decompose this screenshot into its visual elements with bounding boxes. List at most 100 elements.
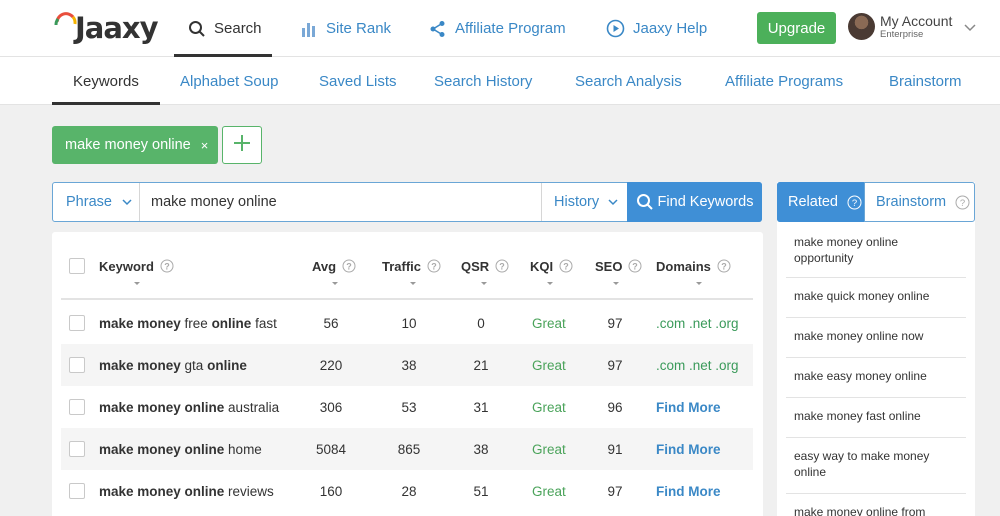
keyword-part: reviews <box>224 483 274 499</box>
keyword-cell[interactable]: make money free online fast <box>99 302 277 344</box>
related-keyword[interactable]: make money online now <box>786 318 966 358</box>
match-type-dropdown[interactable]: Phrase <box>53 183 140 221</box>
table-row[interactable]: make money online home 5084 865 38 Great… <box>61 428 753 470</box>
chevron-down-icon <box>122 194 132 210</box>
keyword-part: australia <box>224 399 280 415</box>
qsr-cell: 51 <box>473 483 489 499</box>
history-label: History <box>554 194 600 210</box>
help-icon[interactable]: ? <box>342 259 356 273</box>
account-menu[interactable]: My Account Enterprise <box>848 13 976 40</box>
tab-saved-lists[interactable]: Saved Lists <box>319 57 397 105</box>
nav-affiliate-program-label: Affiliate Program <box>455 20 566 37</box>
select-all-checkbox[interactable] <box>69 258 85 274</box>
row-checkbox[interactable] <box>69 441 85 457</box>
related-keyword[interactable]: make money fast online <box>786 398 966 438</box>
column-avg-label: Avg <box>312 258 337 274</box>
related-keyword[interactable]: make quick money online <box>786 278 966 318</box>
jaaxy-logo[interactable]: Jaaxy <box>53 9 159 45</box>
nav-jaaxy-help[interactable]: Jaaxy Help <box>606 0 707 57</box>
row-checkbox[interactable] <box>69 357 85 373</box>
table-row[interactable]: make money free online fast 56 10 0 Grea… <box>61 302 753 344</box>
keyword-tools-tabs: Keywords Alphabet Soup Saved Lists Searc… <box>0 57 1000 105</box>
nav-search[interactable]: Search <box>174 0 272 57</box>
column-kqi-label: KQI <box>530 258 554 274</box>
tab-sidebar-brainstorm-label: Brainstorm <box>876 194 947 210</box>
avg-cell: 306 <box>319 399 343 415</box>
qsr-cell: 21 <box>473 357 489 373</box>
help-icon[interactable]: ? <box>559 259 573 273</box>
column-traffic-label: Traffic <box>382 258 422 274</box>
column-traffic[interactable]: Traffic ? <box>382 232 441 300</box>
keyword-cell[interactable]: make money online australia <box>99 386 279 428</box>
chevron-down-icon <box>964 19 976 37</box>
column-avg[interactable]: Avg ? <box>312 232 356 300</box>
find-keywords-button[interactable]: Find Keywords <box>627 182 762 222</box>
keyword-part: make money online <box>99 441 225 457</box>
help-icon[interactable]: ? <box>717 259 731 273</box>
close-icon[interactable]: × <box>201 138 209 153</box>
keyword-cell[interactable]: make money online home <box>99 428 262 470</box>
help-icon[interactable]: ? <box>160 259 174 273</box>
upgrade-button[interactable]: Upgrade <box>757 12 836 44</box>
bar-chart-icon <box>300 20 318 38</box>
top-navigation-bar: Jaaxy Search Site Rank Affiliate Program… <box>0 0 1000 57</box>
keyword-part: online <box>207 357 247 373</box>
svg-text:?: ? <box>633 262 639 272</box>
related-keyword[interactable]: make easy money online <box>786 358 966 398</box>
tab-search-analysis[interactable]: Search Analysis <box>575 57 682 105</box>
seo-cell: 97 <box>607 315 623 331</box>
nav-site-rank[interactable]: Site Rank <box>300 0 391 57</box>
related-sidebar: Related ? Brainstorm ? make money online… <box>777 182 975 516</box>
column-domains-label: Domains <box>656 258 711 274</box>
search-tag-chip[interactable]: make money online × <box>52 126 218 164</box>
avatar <box>848 13 875 40</box>
related-keyword[interactable]: easy way to make money online <box>786 438 966 494</box>
column-domains[interactable]: Domains ? <box>656 232 731 300</box>
column-seo[interactable]: SEO ? <box>595 232 642 300</box>
logo-mark-icon <box>53 10 79 44</box>
tab-related[interactable]: Related ? <box>777 182 864 222</box>
select-all-cell <box>69 232 85 300</box>
qsr-cell: 38 <box>473 441 489 457</box>
table-row[interactable]: make money online australia 306 53 31 Gr… <box>61 386 753 428</box>
avg-cell: 5084 <box>315 441 347 457</box>
domains-cell[interactable]: .com .net .org <box>656 302 739 344</box>
find-more-link[interactable]: Find More <box>656 428 721 470</box>
tab-keywords[interactable]: Keywords <box>52 57 160 105</box>
table-row[interactable]: make money online reviews 160 28 51 Grea… <box>61 470 753 512</box>
help-icon[interactable]: ? <box>847 195 862 210</box>
history-dropdown[interactable]: History <box>541 183 627 221</box>
keyword-cell[interactable]: make money gta online <box>99 344 247 386</box>
keyword-part: fast <box>251 315 277 331</box>
keyword-part: free <box>180 315 212 331</box>
find-more-link[interactable]: Find More <box>656 470 721 512</box>
related-keyword[interactable]: make money online from <box>786 494 966 516</box>
table-row[interactable]: make money gta online 220 38 21 Great 97… <box>61 344 753 386</box>
tab-search-history[interactable]: Search History <box>434 57 532 105</box>
help-icon[interactable]: ? <box>427 259 441 273</box>
row-checkbox[interactable] <box>69 399 85 415</box>
nav-affiliate-program[interactable]: Affiliate Program <box>429 0 566 57</box>
keyword-cell[interactable]: make money online reviews <box>99 470 274 512</box>
help-icon[interactable]: ? <box>628 259 642 273</box>
tab-alphabet-soup[interactable]: Alphabet Soup <box>180 57 278 105</box>
related-keyword[interactable]: make money online opportunity <box>786 224 966 278</box>
seo-cell: 97 <box>607 483 623 499</box>
related-keyword-list: make money online opportunity make quick… <box>786 224 966 516</box>
column-kqi[interactable]: KQI ? <box>530 232 573 300</box>
tab-sidebar-brainstorm[interactable]: Brainstorm ? <box>864 182 975 222</box>
match-type-label: Phrase <box>66 194 112 210</box>
column-qsr[interactable]: QSR ? <box>461 232 509 300</box>
row-checkbox[interactable] <box>69 483 85 499</box>
domains-cell[interactable]: .com .net .org <box>656 344 739 386</box>
help-icon[interactable]: ? <box>955 195 970 210</box>
add-search-tab-button[interactable] <box>222 126 262 164</box>
keyword-search-input[interactable] <box>141 183 541 221</box>
tab-brainstorm[interactable]: Brainstorm <box>889 57 962 105</box>
find-more-link[interactable]: Find More <box>656 386 721 428</box>
keyword-search-bar: Phrase History Find Keywords <box>52 182 762 222</box>
row-checkbox[interactable] <box>69 315 85 331</box>
tab-affiliate-programs[interactable]: Affiliate Programs <box>725 57 843 105</box>
column-keyword[interactable]: Keyword ? <box>99 232 174 300</box>
help-icon[interactable]: ? <box>495 259 509 273</box>
